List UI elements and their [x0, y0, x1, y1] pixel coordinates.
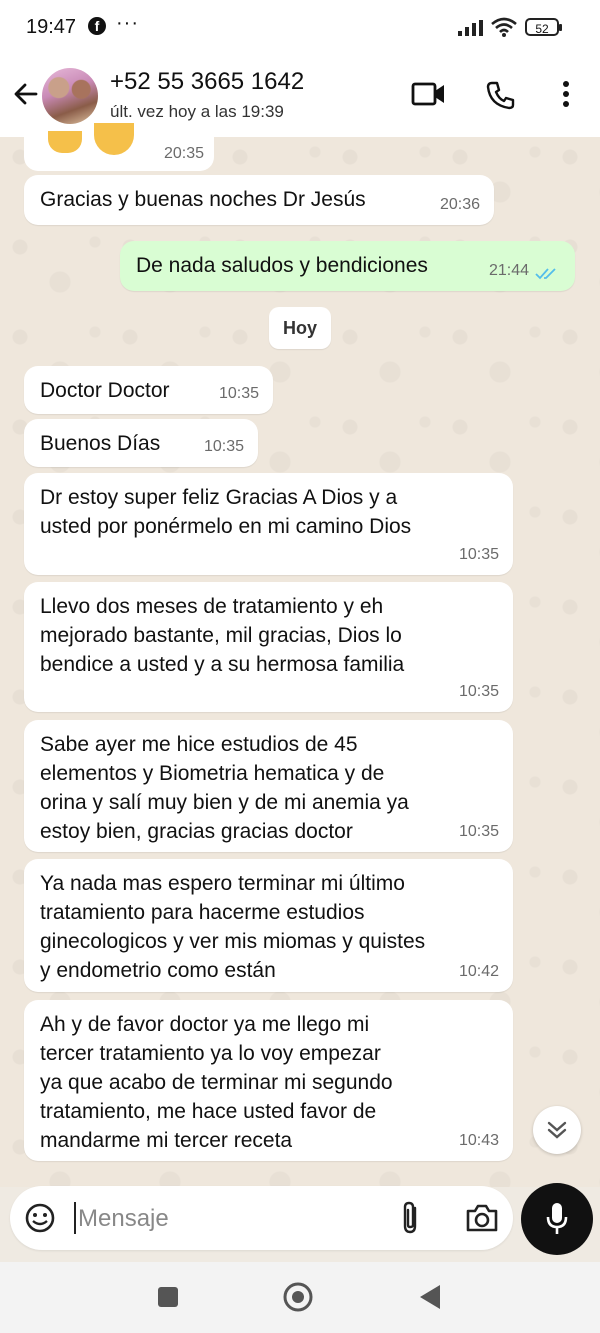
message-text: Llevo dos meses de tratamiento y eh mejo… [40, 595, 405, 676]
back-arrow-icon[interactable] [12, 80, 40, 108]
message-bubble-in[interactable]: Ah y de favor doctor ya me llego mi terc… [24, 1000, 513, 1161]
wifi-icon [491, 17, 517, 37]
more-vert-icon[interactable] [556, 80, 576, 110]
smiley-emoji-icon [94, 123, 134, 155]
message-bubble-in[interactable]: Doctor Doctor 10:35 [24, 366, 273, 414]
message-time: 10:43 [458, 1132, 499, 1149]
chevron-double-down-icon [547, 1121, 567, 1139]
message-time: 20:35 [163, 145, 204, 162]
system-navigation-bar [0, 1262, 600, 1333]
last-seen-status: últ. vez hoy a las 19:39 [110, 102, 284, 121]
scroll-to-bottom-button[interactable] [533, 1106, 581, 1154]
mic-icon [546, 1203, 568, 1234]
message-time: 10:35 [458, 823, 499, 840]
battery-indicator: 52 [525, 18, 562, 36]
message-text: Dr estoy super feliz Gracias A Dios y a … [40, 486, 412, 538]
handshake-emoji-icon [48, 131, 82, 153]
read-ticks-icon [535, 268, 556, 280]
message-bubble-in[interactable]: Dr estoy super feliz Gracias A Dios y a … [24, 473, 513, 575]
recents-icon[interactable] [157, 1286, 179, 1308]
message-text: Doctor Doctor [40, 379, 170, 402]
message-time: 20:36 [439, 196, 480, 213]
phone-icon[interactable] [486, 80, 516, 110]
message-text: Ah y de favor doctor ya me llego mi terc… [40, 1013, 393, 1152]
facebook-notification-icon: f [88, 17, 106, 35]
chat-header: +52 55 3665 1642 últ. vez hoy a las 19:3… [0, 56, 600, 137]
status-bar: 19:47 f ··· 52 [0, 0, 600, 56]
message-bubble-out[interactable]: De nada saludos y bendiciones 21:44 [120, 241, 575, 291]
message-text: Gracias y buenas noches Dr Jesús [40, 188, 366, 211]
sticker-message[interactable]: 20:35 [24, 123, 214, 171]
message-text: Ya nada mas espero terminar mi último tr… [40, 872, 426, 982]
message-time: 10:35 [458, 683, 499, 700]
message-time: 10:35 [218, 385, 259, 402]
contact-name[interactable]: +52 55 3665 1642 [110, 68, 304, 96]
message-time: 10:42 [458, 963, 499, 980]
message-bubble-in[interactable]: Gracias y buenas noches Dr Jesús 20:36 [24, 175, 494, 225]
video-call-icon[interactable] [411, 80, 447, 108]
home-icon[interactable] [282, 1281, 314, 1313]
message-composer [10, 1186, 513, 1250]
message-bubble-in[interactable]: Sabe ayer me hice estudios de 45 element… [24, 720, 513, 852]
message-time: 21:44 [488, 262, 529, 279]
back-icon[interactable] [418, 1284, 442, 1310]
signal-icon [458, 20, 483, 36]
attach-icon[interactable] [399, 1200, 423, 1236]
message-bubble-in[interactable]: Buenos Días 10:35 [24, 419, 258, 467]
voice-message-button[interactable] [521, 1183, 593, 1255]
message-bubble-in[interactable]: Ya nada mas espero terminar mi último tr… [24, 859, 513, 992]
status-time: 19:47 [26, 16, 77, 38]
message-input[interactable] [76, 1200, 380, 1238]
message-text: De nada saludos y bendiciones [136, 254, 428, 277]
contact-avatar[interactable] [42, 68, 98, 124]
message-text: Sabe ayer me hice estudios de 45 element… [40, 733, 409, 843]
message-time: 10:35 [458, 546, 499, 563]
message-bubble-in[interactable]: Llevo dos meses de tratamiento y eh mejo… [24, 582, 513, 712]
more-notifications-icon: ··· [116, 12, 139, 34]
sticker-icon[interactable] [24, 1202, 56, 1234]
message-text: Buenos Días [40, 432, 161, 455]
camera-icon[interactable] [465, 1203, 499, 1233]
date-separator: Hoy [269, 307, 331, 349]
message-time: 10:35 [203, 438, 244, 455]
